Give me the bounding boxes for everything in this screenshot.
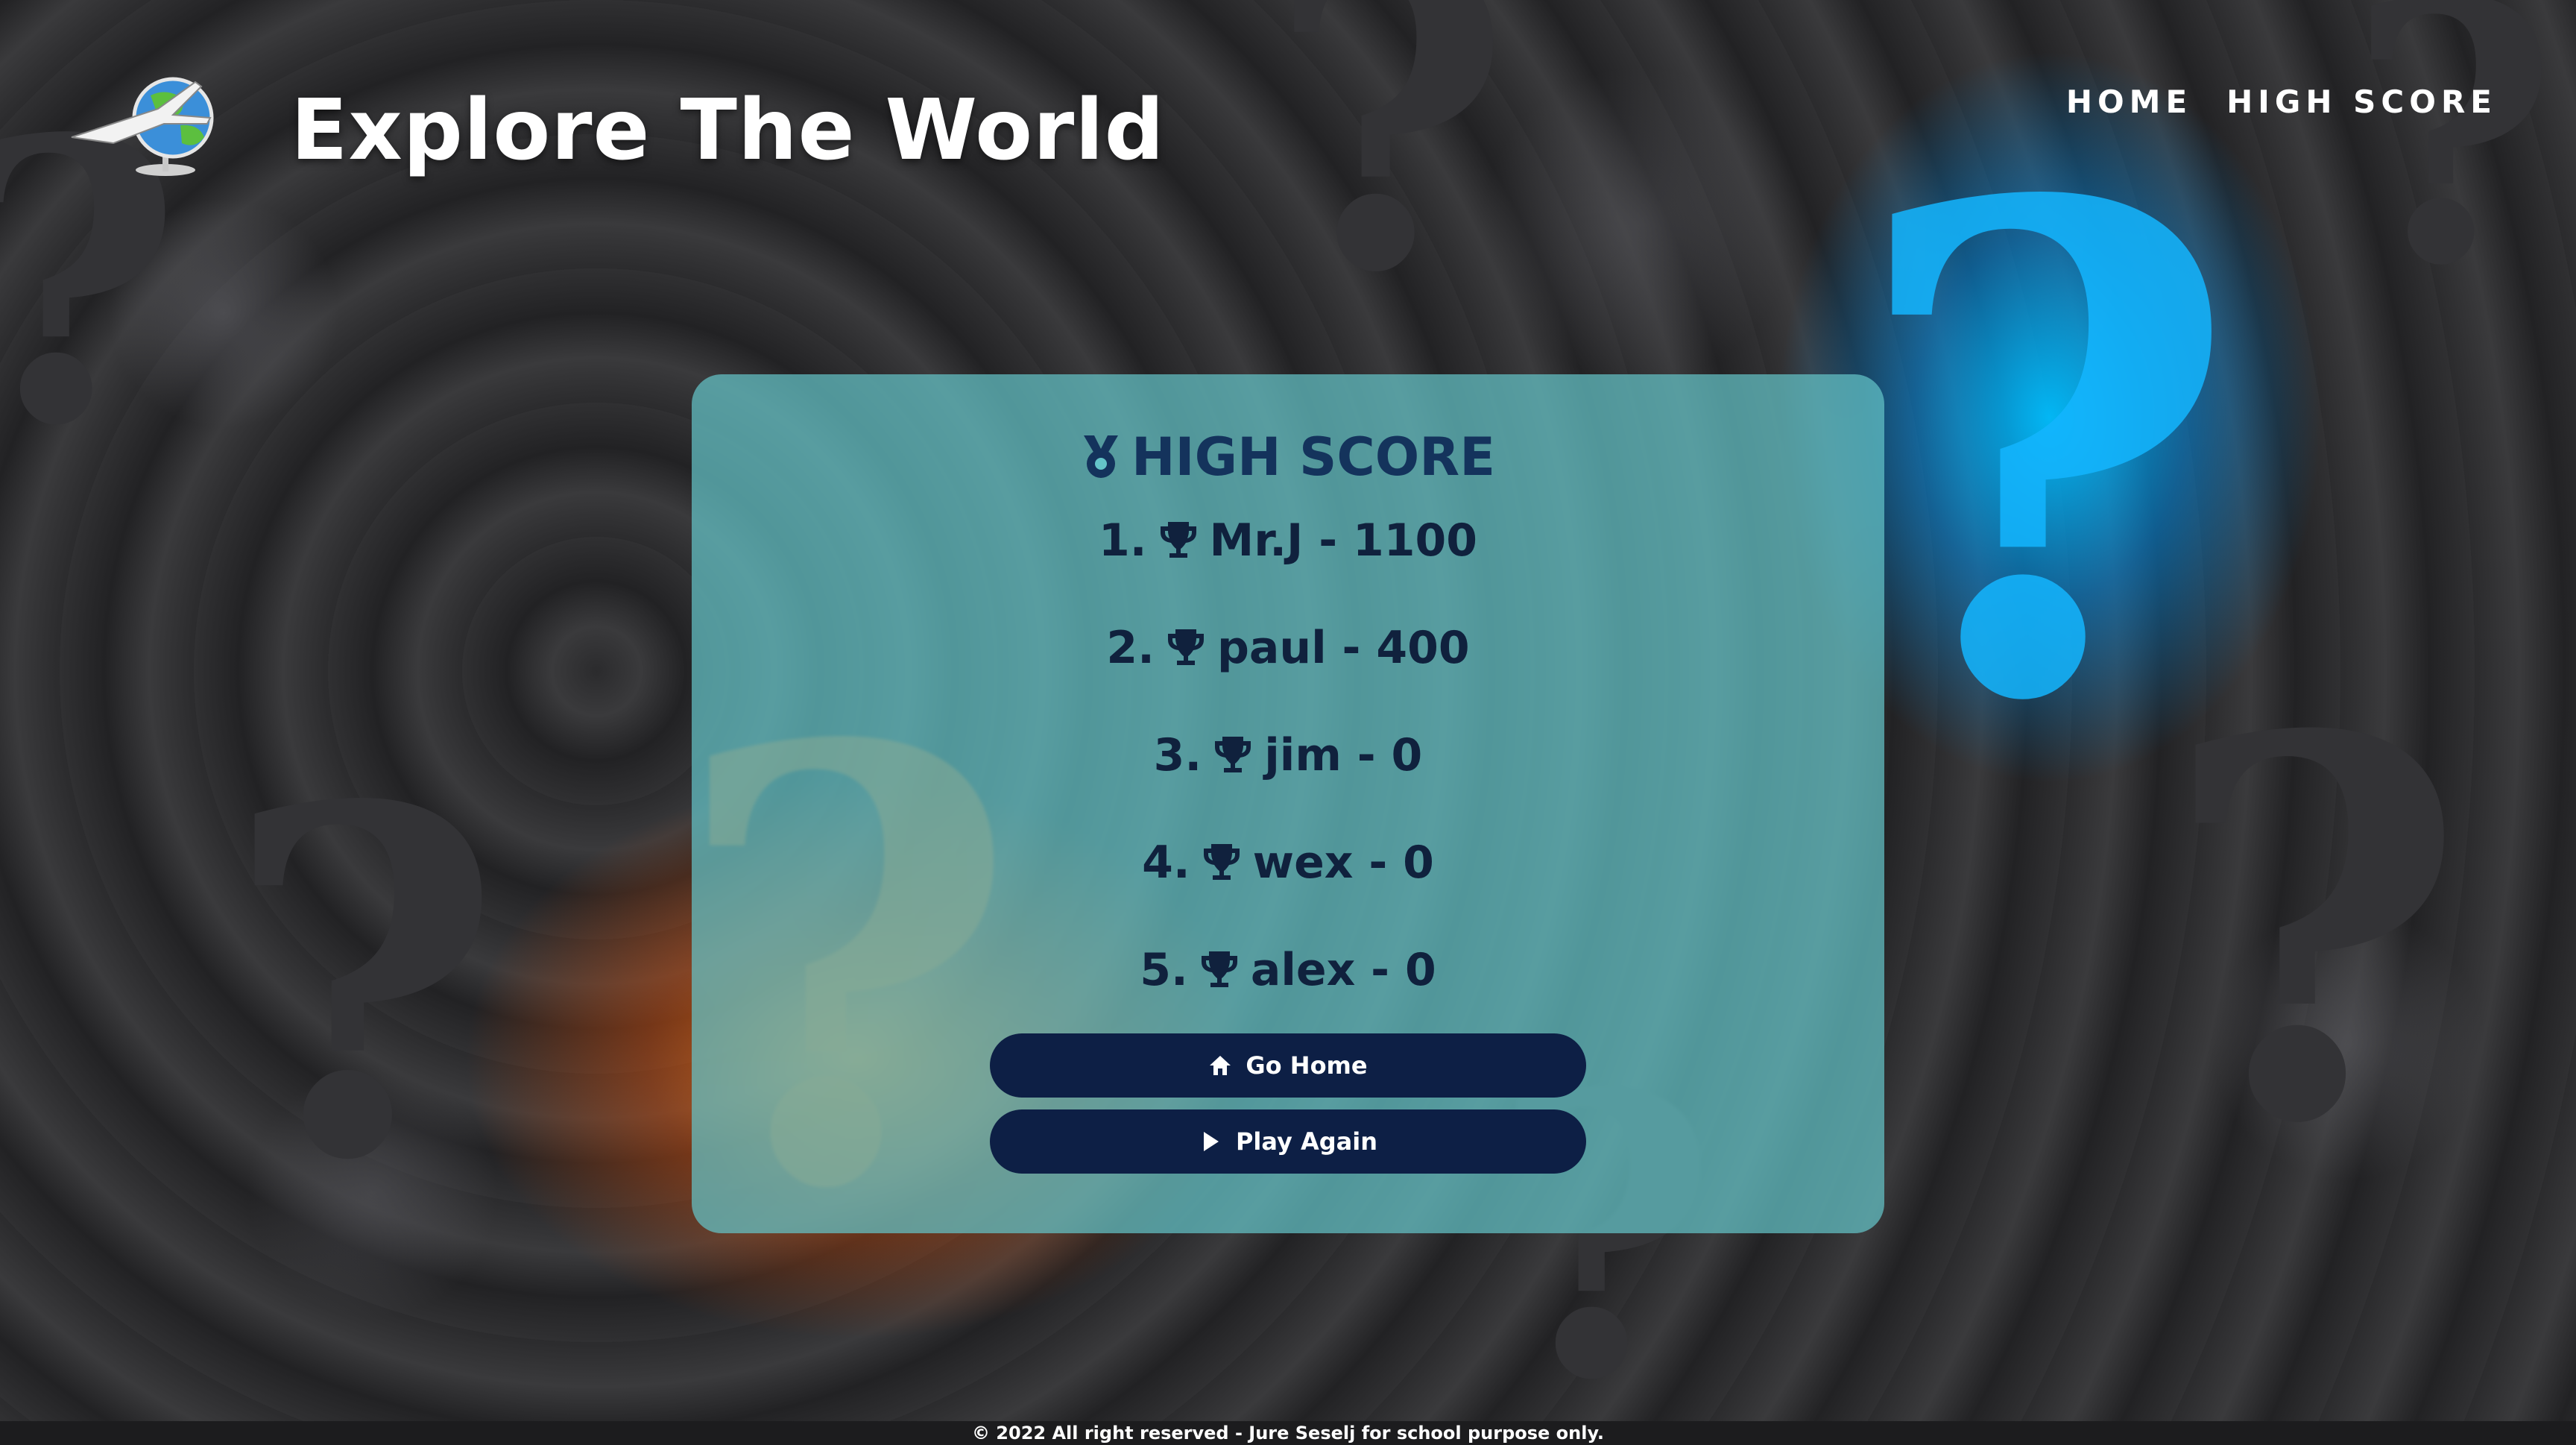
play-again-label: Play Again — [1235, 1127, 1378, 1156]
card-title-text: HIGH SCORE — [1131, 426, 1496, 488]
globe-airplane-logo[interactable] — [69, 66, 225, 177]
site-header: Explore The World HOME HIGH SCORE — [0, 0, 2576, 254]
score-row: 1. Mr.J - 1100 — [692, 509, 1884, 616]
nav-high-score-link[interactable]: HIGH SCORE — [2226, 84, 2497, 120]
go-home-label: Go Home — [1246, 1051, 1368, 1080]
globe-airplane-icon — [71, 77, 214, 176]
card-title: HIGH SCORE — [692, 426, 1884, 488]
site-title: Explore The World — [291, 82, 1165, 179]
score-rank: 1. — [1098, 514, 1147, 567]
home-icon — [1210, 1056, 1231, 1075]
trophy-icon — [1201, 951, 1237, 987]
score-entry: jim - 0 — [1264, 729, 1423, 781]
score-row: 3. jim - 0 — [692, 723, 1884, 831]
score-entry: paul - 400 — [1216, 622, 1470, 674]
play-icon — [1203, 1132, 1219, 1151]
play-again-button[interactable]: Play Again — [990, 1109, 1586, 1174]
score-entry: alex - 0 — [1250, 944, 1436, 996]
trophy-icon — [1167, 629, 1204, 665]
score-rank: 4. — [1142, 837, 1190, 889]
score-entry: wex - 0 — [1252, 837, 1434, 889]
trophy-icon — [1215, 737, 1251, 772]
score-row: 5. alex - 0 — [692, 938, 1884, 1045]
go-home-button[interactable]: Go Home — [990, 1033, 1586, 1098]
score-rank: 2. — [1106, 622, 1155, 674]
medal-icon — [1083, 435, 1118, 478]
score-list: 1. Mr.J - 1100 2. paul - 400 3. jim - 0 … — [692, 509, 1884, 1045]
nav-home-link[interactable]: HOME — [2066, 84, 2192, 120]
score-entry: Mr.J - 1100 — [1209, 514, 1478, 567]
high-score-card: HIGH SCORE 1. Mr.J - 1100 2. paul - 400 … — [692, 374, 1884, 1233]
site-footer: © 2022 All right reserved - Jure Seselj … — [0, 1421, 2576, 1445]
main-nav: HOME HIGH SCORE — [2066, 84, 2497, 120]
trophy-icon — [1203, 844, 1240, 880]
trophy-icon — [1160, 522, 1196, 558]
score-rank: 3. — [1153, 729, 1202, 781]
score-row: 4. wex - 0 — [692, 831, 1884, 938]
score-row: 2. paul - 400 — [692, 616, 1884, 723]
score-rank: 5. — [1140, 944, 1188, 996]
